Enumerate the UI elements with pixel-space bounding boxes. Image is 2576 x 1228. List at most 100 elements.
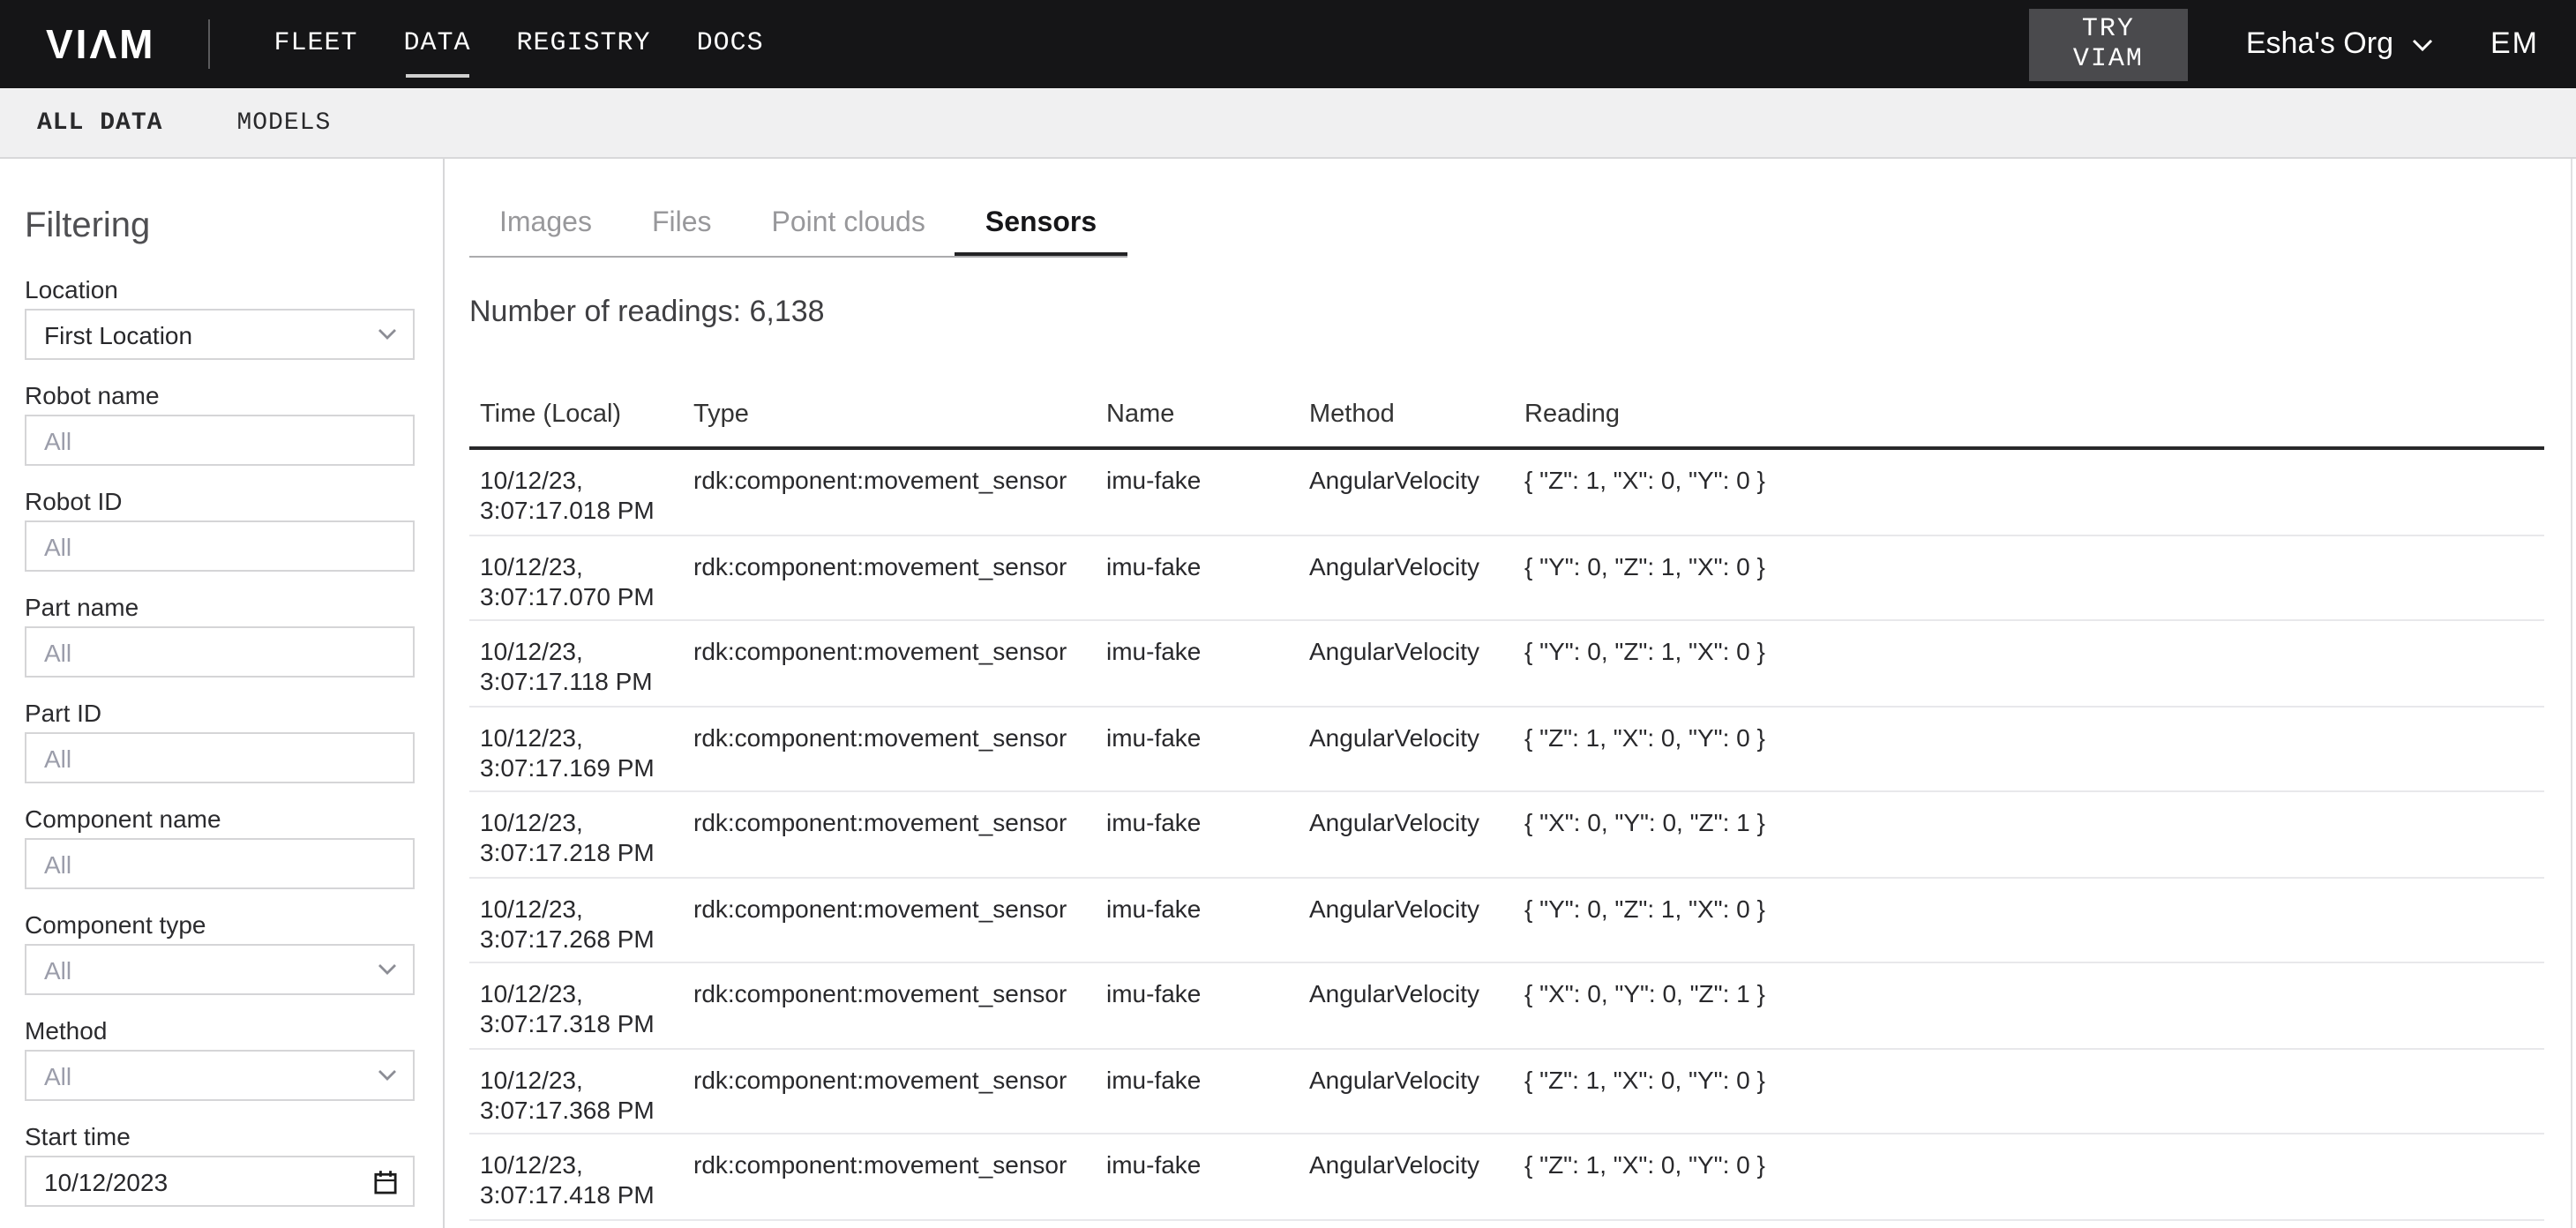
cell-reading: { "Y": 0, "Z": 1, "X": 0 }: [1524, 894, 2544, 962]
cell-time-clock: 3:07:17.418 PM: [480, 1180, 679, 1210]
cell-time-date: 10/12/23,: [480, 723, 679, 753]
filter-field-start-time: Start time10/12/202303:07:00 PM: [25, 1124, 415, 1228]
cell-time-clock: 3:07:17.318 PM: [480, 1009, 679, 1039]
cell-name: imu-fake: [1106, 979, 1309, 1047]
cell-reading: { "Y": 0, "Z": 1, "X": 0 }: [1524, 637, 2544, 705]
cell-type: rdk:component:movement_sensor: [693, 723, 1106, 790]
cell-type: rdk:component:movement_sensor: [693, 808, 1106, 876]
filter-select-component-type[interactable]: All: [25, 944, 415, 995]
filter-input-robot-name[interactable]: [25, 415, 415, 466]
cell-reading: { "Z": 1, "X": 0, "Y": 0 }: [1524, 723, 2544, 790]
filter-field-robot-name: Robot name: [25, 383, 415, 466]
tab-point-clouds[interactable]: Point clouds: [742, 208, 955, 256]
cell-type: rdk:component:movement_sensor: [693, 551, 1106, 619]
cell-time: 10/12/23,3:07:17.070 PM: [480, 551, 693, 619]
chevron-down-icon: [378, 963, 397, 976]
cell-time-clock: 3:07:17.169 PM: [480, 753, 679, 782]
filter-field-component-type: Component type All: [25, 912, 415, 995]
cell-reading: { "Y": 0, "Z": 1, "X": 0 }: [1524, 551, 2544, 619]
tab-sensors[interactable]: Sensors: [955, 208, 1127, 256]
cell-time-date: 10/12/23,: [480, 551, 679, 581]
viam-logo[interactable]: VIΛM: [46, 24, 155, 64]
filter-input-robot-id[interactable]: [25, 520, 415, 572]
data-subnav: ALL DATA MODELS: [0, 88, 2576, 159]
cell-time-date: 10/12/23,: [480, 466, 679, 496]
filter-field-component-name: Component name: [25, 806, 415, 889]
chevron-down-icon: [378, 328, 397, 341]
date-value: 10/12/2023: [44, 1167, 168, 1195]
filter-input-part-name[interactable]: [25, 626, 415, 678]
filter-label: Robot name: [25, 383, 415, 409]
sidebar-title: Filtering: [25, 205, 415, 247]
column-header-time-local: Time (Local): [480, 402, 693, 429]
cell-time-clock: 3:07:17.368 PM: [480, 1095, 679, 1125]
start-date-input[interactable]: 10/12/2023: [25, 1156, 415, 1207]
filter-input-component-name[interactable]: [25, 838, 415, 889]
cell-time-clock: 3:07:17.268 PM: [480, 924, 679, 954]
cell-type: rdk:component:movement_sensor: [693, 894, 1106, 962]
table-row: 10/12/23,3:07:17.368 PMrdk:component:mov…: [469, 1049, 2544, 1134]
cell-time: 10/12/23,3:07:17.118 PM: [480, 637, 693, 705]
cell-time-date: 10/12/23,: [480, 979, 679, 1009]
cell-name: imu-fake: [1106, 637, 1309, 705]
select-chevron: [378, 1069, 397, 1082]
filter-field-robot-id: Robot ID: [25, 489, 415, 572]
table-body: 10/12/23,3:07:17.018 PMrdk:component:mov…: [469, 450, 2544, 1220]
sensor-readings-table: Time (Local)TypeNameMethodReading 10/12/…: [469, 402, 2544, 1220]
cell-time: 10/12/23,3:07:17.169 PM: [480, 723, 693, 790]
subnav-tab-all-data[interactable]: ALL DATA: [37, 109, 162, 137]
filter-fields: Location First Location Robot name Robot ID…: [25, 277, 415, 1228]
cell-time: 10/12/23,3:07:17.268 PM: [480, 894, 693, 962]
nav-item-docs[interactable]: DOCS: [697, 26, 764, 62]
cell-type: rdk:component:movement_sensor: [693, 466, 1106, 534]
table-row: 10/12/23,3:07:17.218 PM rdk:component:mov…: [469, 792, 2544, 878]
nav-item-fleet[interactable]: FLEET: [273, 26, 357, 62]
filter-label: Part name: [25, 595, 415, 621]
filter-label: Component name: [25, 806, 415, 833]
org-name: Esha's Org: [2246, 26, 2393, 62]
filter-field-location: Location First Location: [25, 277, 415, 360]
cell-method: AngularVelocity: [1309, 979, 1524, 1047]
filter-field-part-name: Part name: [25, 595, 415, 678]
viam-data-app: VIΛM FLEET DATA REGISTRY DOCS TRY VIAM Esha…: [0, 0, 2576, 1228]
scrollbar-track[interactable]: [2571, 159, 2572, 1228]
tab-files[interactable]: Files: [622, 208, 742, 256]
cell-time-date: 10/12/23,: [480, 1150, 679, 1180]
cell-time-date: 10/12/23,: [480, 637, 679, 667]
chevron-down-icon: [378, 1069, 397, 1082]
cell-method: AngularVelocity: [1309, 551, 1524, 619]
filter-field-part-id: Part ID: [25, 700, 415, 783]
table-row: 10/12/23,3:07:17.070 PMrdk:component:mov…: [469, 535, 2544, 621]
user-menu[interactable]: EM: [2490, 26, 2539, 62]
cell-time: 10/12/23,3:07:17.318 PM: [480, 979, 693, 1047]
filter-label: Start time: [25, 1124, 415, 1150]
table-row: 10/12/23,3:07:17.169 PMrdk:component:mov…: [469, 707, 2544, 792]
column-header-name: Name: [1106, 402, 1309, 429]
cell-time-date: 10/12/23,: [480, 808, 679, 838]
main-content: ImagesFilesPoint cloudsSensors Number of…: [445, 159, 2576, 1228]
cell-name: imu-fake: [1106, 1065, 1309, 1133]
filter-label: Location: [25, 277, 415, 303]
cell-type: rdk:component:movement_sensor: [693, 979, 1106, 1047]
chevron-down-icon: [2411, 38, 2432, 50]
org-switcher[interactable]: Esha's Org: [2246, 26, 2432, 62]
subnav-tab-models[interactable]: MODELS: [236, 109, 331, 137]
primary-nav: FLEET DATA REGISTRY DOCS: [273, 26, 763, 62]
readings-count: Number of readings: 6,138: [469, 295, 2576, 330]
cell-name: imu-fake: [1106, 466, 1309, 534]
nav-item-data[interactable]: DATA: [404, 26, 471, 62]
filter-input-part-id[interactable]: [25, 732, 415, 783]
filter-select-method[interactable]: All: [25, 1050, 415, 1101]
tab-images[interactable]: Images: [469, 208, 622, 256]
cell-method: AngularVelocity: [1309, 1150, 1524, 1218]
nav-item-registry[interactable]: REGISTRY: [517, 26, 651, 62]
filter-label: Component type: [25, 912, 415, 939]
select-value: All: [44, 955, 71, 984]
cell-time-clock: 3:07:17.218 PM: [480, 838, 679, 868]
filter-select-location[interactable]: First Location: [25, 309, 415, 360]
cell-time-date: 10/12/23,: [480, 894, 679, 924]
try-viam-button[interactable]: TRY VIAM: [2029, 8, 2188, 80]
filter-label: Robot ID: [25, 489, 415, 515]
select-chevron: [378, 963, 397, 976]
select-chevron: [378, 328, 397, 341]
